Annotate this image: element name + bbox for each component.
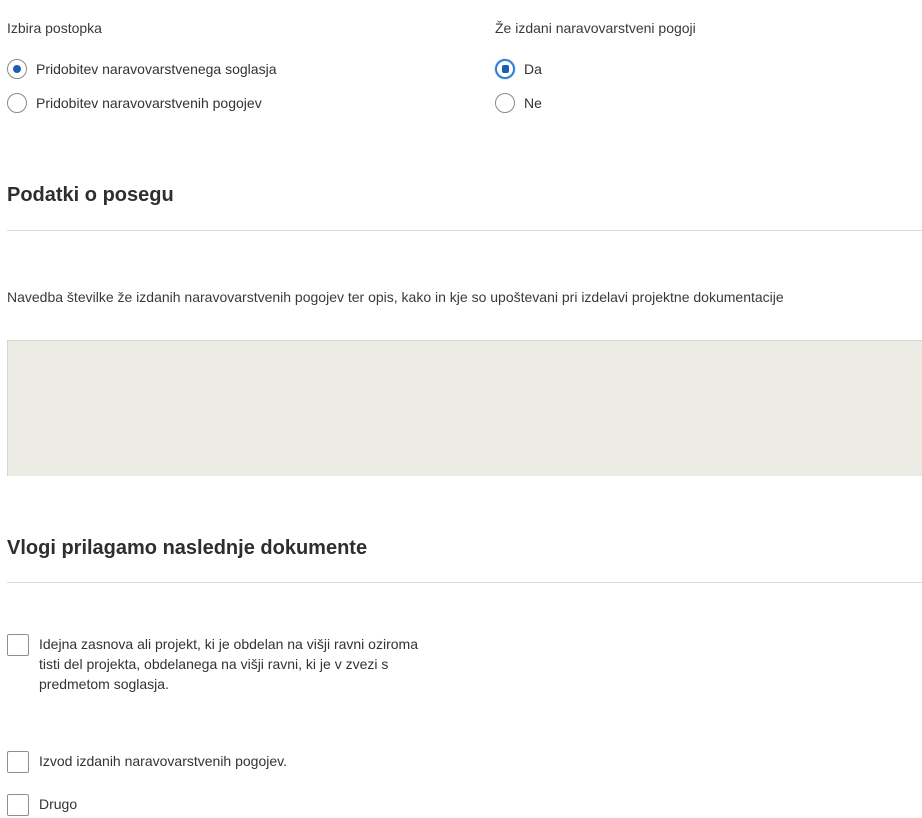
checkbox-label: Idejna zasnova ali projekt, ki je obdela… [39, 636, 418, 692]
radio-option-label: Pridobitev naravovarstvenih pogojev [36, 95, 262, 111]
radio-option-label: Ne [524, 95, 542, 111]
radio-button[interactable] [7, 93, 27, 113]
radio-button[interactable] [495, 93, 515, 113]
radio-option-yes[interactable]: Da [495, 58, 542, 80]
radio-button-checked[interactable] [495, 59, 515, 79]
procedure-label: Izbira postopka [7, 20, 102, 36]
checkbox[interactable] [7, 751, 29, 773]
radio-option-consent[interactable]: Pridobitev naravovarstvenega soglasja [7, 58, 276, 80]
radio-option-label: Da [524, 61, 542, 77]
conditions-issued-label: Že izdani naravovarstveni pogoji [495, 20, 696, 36]
checkbox-label: Drugo [39, 796, 78, 812]
section-divider [7, 582, 922, 583]
radio-option-no[interactable]: Ne [495, 92, 542, 114]
intervention-field-label: Navedba številke že izdanih naravovarstv… [7, 289, 784, 305]
checkbox[interactable] [7, 634, 29, 656]
section-divider [7, 230, 922, 231]
document-checkbox-conditions-copy[interactable]: Izvod izdanih naravovarstvenih pogojev. [7, 751, 419, 773]
document-checkbox-other[interactable]: Drugo [7, 794, 419, 816]
radio-option-label: Pridobitev naravovarstvenega soglasja [36, 61, 277, 77]
intervention-textarea[interactable] [7, 340, 922, 476]
checkbox[interactable] [7, 794, 29, 816]
document-checkbox-project[interactable]: Idejna zasnova ali projekt, ki je obdela… [7, 634, 419, 694]
radio-option-conditions[interactable]: Pridobitev naravovarstvenih pogojev [7, 92, 262, 114]
checkbox-label: Izvod izdanih naravovarstvenih pogojev. [39, 753, 288, 769]
radio-button-checked[interactable] [7, 59, 27, 79]
section-title-intervention: Podatki o posegu [7, 184, 174, 206]
section-title-documents: Vlogi prilagamo naslednje dokumente [7, 537, 368, 559]
